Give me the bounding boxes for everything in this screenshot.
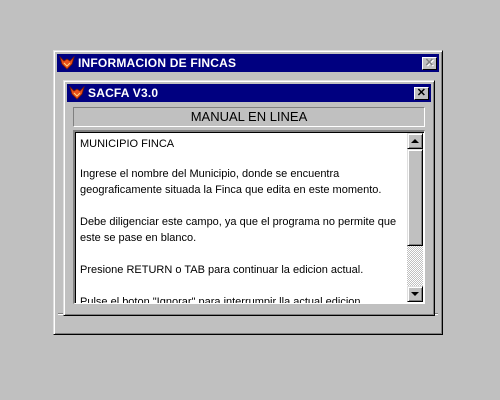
- outer-close-button[interactable]: ✕: [422, 56, 437, 70]
- outer-titlebar[interactable]: INFORMACION DE FINCAS ✕: [57, 54, 439, 72]
- help-text-area[interactable]: MUNICIPIO FINCA Ingrese el nombre del Mu…: [73, 130, 425, 304]
- outer-window-title: INFORMACION DE FINCAS: [78, 56, 237, 70]
- inner-window-title: SACFA V3.0: [88, 86, 159, 100]
- vertical-scrollbar[interactable]: [407, 133, 423, 302]
- help-paragraph: Debe diligenciar este campo, ya que el p…: [80, 216, 397, 244]
- arrow-up-icon: [411, 139, 419, 143]
- arrow-down-icon: [411, 292, 419, 296]
- scroll-thumb[interactable]: [407, 149, 423, 246]
- inner-window: SACFA V3.0 ✕ MANUAL EN LINEA MUNICIPIO F…: [63, 80, 435, 316]
- fox-logo-icon: [69, 86, 85, 100]
- help-text-content: MUNICIPIO FINCA Ingrese el nombre del Mu…: [80, 136, 402, 304]
- help-paragraph: Ingrese el nombre del Municipio, donde s…: [80, 168, 382, 196]
- scroll-down-button[interactable]: [407, 286, 423, 302]
- help-paragraph: MUNICIPIO FINCA: [80, 138, 175, 150]
- manual-header: MANUAL EN LINEA: [73, 107, 425, 127]
- inner-close-button[interactable]: ✕: [414, 86, 429, 100]
- fox-logo-icon: [59, 56, 75, 70]
- scroll-up-button[interactable]: [407, 133, 423, 149]
- help-paragraph: Presione RETURN o TAB para continuar la …: [80, 264, 364, 276]
- help-paragraph: Pulse el boton "Ignorar" para interrumpi…: [80, 296, 364, 304]
- inner-titlebar[interactable]: SACFA V3.0 ✕: [67, 84, 431, 102]
